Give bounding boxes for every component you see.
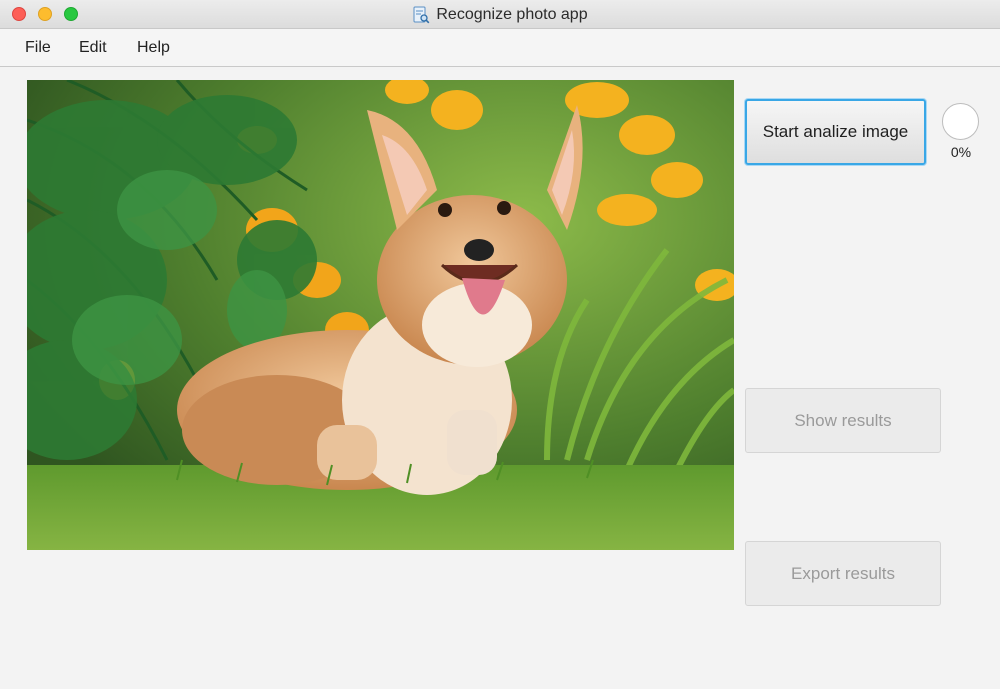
menu-help[interactable]: Help — [133, 37, 174, 59]
window-title-group: Recognize photo app — [0, 0, 1000, 29]
window-title: Recognize photo app — [436, 5, 588, 23]
app-window: Recognize photo app File Edit Help Start… — [0, 0, 1000, 689]
corgi-dog-photo — [27, 80, 734, 550]
export-results-button[interactable]: Export results — [745, 541, 941, 606]
start-analyze-button[interactable]: Start analize image — [745, 99, 926, 165]
title-bar[interactable]: Recognize photo app — [0, 0, 1000, 29]
photo-preview — [27, 80, 734, 550]
menu-edit[interactable]: Edit — [75, 37, 111, 59]
menu-bar: File Edit Help — [0, 29, 1000, 67]
document-magnifier-icon — [412, 6, 430, 24]
menu-file[interactable]: File — [21, 37, 55, 59]
progress-percent: 0% — [950, 144, 972, 160]
progress-indicator — [942, 103, 979, 140]
show-results-button[interactable]: Show results — [745, 388, 941, 453]
